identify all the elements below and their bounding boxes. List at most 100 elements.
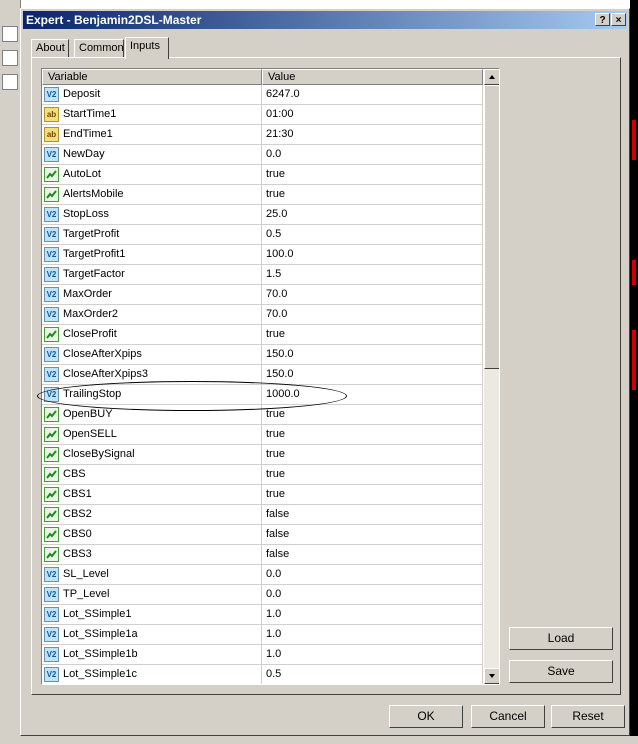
variable-cell: CloseProfit [42,325,262,345]
string-type-icon: ab [44,107,59,122]
table-row[interactable]: V2 TP_Level 0.0 [42,585,483,605]
value-cell[interactable]: 21:30 [262,125,483,145]
value-cell[interactable]: false [262,505,483,525]
table-row[interactable]: V2 NewDay 0.0 [42,145,483,165]
table-row[interactable]: CBS1 true [42,485,483,505]
table-row[interactable]: V2 Deposit 6247.0 [42,85,483,105]
value-cell[interactable]: true [262,445,483,465]
table-row[interactable]: V2 CloseAfterXpips 150.0 [42,345,483,365]
table-row[interactable]: V2 Lot_SSimple1a 1.0 [42,625,483,645]
value-cell[interactable]: 25.0 [262,205,483,225]
table-row[interactable]: CloseBySignal true [42,445,483,465]
scroll-down-button[interactable] [484,668,499,684]
value-cell[interactable]: 6247.0 [262,85,483,105]
table-row[interactable]: V2 SL_Level 0.0 [42,565,483,585]
value-cell[interactable]: 1.5 [262,265,483,285]
column-header-variable[interactable]: Variable [42,69,262,85]
number-type-icon: V2 [44,227,59,242]
number-type-icon: V2 [44,87,59,102]
variable-cell: AlertsMobile [42,185,262,205]
load-button[interactable]: Load [509,627,613,650]
number-type-icon: V2 [44,607,59,622]
ok-button[interactable]: OK [389,705,463,728]
table-row[interactable]: CBS0 false [42,525,483,545]
value-cell[interactable]: 0.0 [262,585,483,605]
table-row[interactable]: OpenBUY true [42,405,483,425]
variable-cell: V2 CloseAfterXpips3 [42,365,262,385]
variable-name: TargetFactor [63,268,125,280]
value-cell[interactable]: 1.0 [262,645,483,665]
table-row[interactable]: V2 Lot_SSimple1b 1.0 [42,645,483,665]
value-cell[interactable]: 0.5 [262,665,483,684]
variable-name: EndTime1 [63,128,113,140]
table-row[interactable]: CBS true [42,465,483,485]
table-row[interactable]: V2 TrailingStop 1000.0 [42,385,483,405]
reset-button[interactable]: Reset [551,705,625,728]
table-row[interactable]: V2 Lot_SSimple1 1.0 [42,605,483,625]
variable-cell: V2 Lot_SSimple1c [42,665,262,684]
variable-name: AutoLot [63,168,101,180]
value-cell[interactable]: 01:00 [262,105,483,125]
value-cell[interactable]: true [262,425,483,445]
value-cell[interactable]: 1.0 [262,605,483,625]
vertical-scrollbar[interactable] [484,69,499,684]
table-row[interactable]: CloseProfit true [42,325,483,345]
value-cell[interactable]: 0.0 [262,145,483,165]
table-row[interactable]: V2 Lot_SSimple1c 0.5 [42,665,483,684]
table-row[interactable]: V2 TargetProfit1 100.0 [42,245,483,265]
number-type-icon: V2 [44,347,59,362]
value-cell[interactable]: true [262,325,483,345]
table-row[interactable]: V2 TargetFactor 1.5 [42,265,483,285]
value-cell[interactable]: 150.0 [262,365,483,385]
table-row[interactable]: AlertsMobile true [42,185,483,205]
variable-cell: V2 Lot_SSimple1b [42,645,262,665]
table-row[interactable]: V2 StopLoss 25.0 [42,205,483,225]
help-button[interactable]: ? [595,13,610,26]
value-cell[interactable]: 1000.0 [262,385,483,405]
value-cell[interactable]: true [262,405,483,425]
value-cell[interactable]: false [262,545,483,565]
value-cell[interactable]: true [262,165,483,185]
table-row[interactable]: CBS2 false [42,505,483,525]
value-cell[interactable]: true [262,485,483,505]
value-cell[interactable]: 150.0 [262,345,483,365]
tab-about[interactable]: About [31,39,69,58]
variable-name: TargetProfit [63,228,120,240]
tab-common[interactable]: Common [74,39,124,58]
table-row[interactable]: ab EndTime1 21:30 [42,125,483,145]
tab-inputs[interactable]: Inputs [125,37,169,59]
table-row[interactable]: ab StartTime1 01:00 [42,105,483,125]
variable-name: CloseAfterXpips3 [63,368,148,380]
save-button[interactable]: Save [509,660,613,683]
value-cell[interactable]: true [262,185,483,205]
value-cell[interactable]: 70.0 [262,305,483,325]
cancel-button[interactable]: Cancel [471,705,545,728]
variable-cell: CBS0 [42,525,262,545]
variable-cell: V2 Lot_SSimple1 [42,605,262,625]
variable-name: CloseBySignal [63,448,135,460]
title-bar: Expert - Benjamin2DSL-Master ? × [23,11,627,29]
bool-type-icon [44,527,59,542]
value-cell[interactable]: true [262,465,483,485]
variable-cell: CBS2 [42,505,262,525]
value-cell[interactable]: 70.0 [262,285,483,305]
table-row[interactable]: AutoLot true [42,165,483,185]
scroll-up-button[interactable] [484,69,499,85]
toolbar-icon [2,26,18,42]
table-row[interactable]: V2 MaxOrder 70.0 [42,285,483,305]
variable-name: Lot_SSimple1b [63,648,138,660]
scroll-thumb[interactable] [484,85,499,369]
value-cell[interactable]: false [262,525,483,545]
table-row[interactable]: V2 MaxOrder2 70.0 [42,305,483,325]
value-cell[interactable]: 1.0 [262,625,483,645]
variable-name: StartTime1 [63,108,117,120]
value-cell[interactable]: 0.0 [262,565,483,585]
column-header-value[interactable]: Value [262,69,483,85]
table-row[interactable]: V2 CloseAfterXpips3 150.0 [42,365,483,385]
table-row[interactable]: OpenSELL true [42,425,483,445]
value-cell[interactable]: 0.5 [262,225,483,245]
value-cell[interactable]: 100.0 [262,245,483,265]
table-row[interactable]: CBS3 false [42,545,483,565]
close-button[interactable]: × [611,13,626,26]
table-row[interactable]: V2 TargetProfit 0.5 [42,225,483,245]
